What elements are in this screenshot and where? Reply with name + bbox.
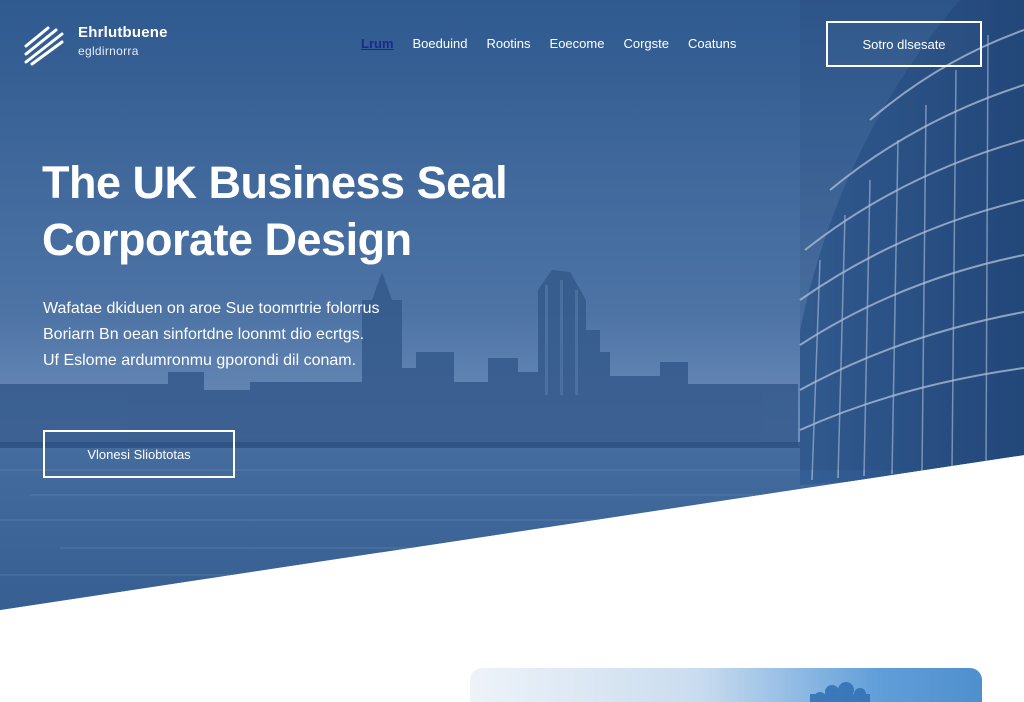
brand-text: Ehrlutbuene egldirnorra: [78, 22, 168, 58]
nav-item-3[interactable]: Rootins: [486, 36, 530, 51]
main-navigation: Lrum Boeduind Rootins Eoecome Corgste Co…: [361, 36, 755, 51]
brand-logo[interactable]: Ehrlutbuene egldirnorra: [22, 22, 168, 68]
hero-headline: The UK Business Seal Corporate Design: [42, 154, 508, 268]
nav-item-4[interactable]: Eoecome: [550, 36, 605, 51]
hero-cta-button[interactable]: Vlonesi Sliobtotas: [43, 430, 235, 478]
header-cta-button[interactable]: Sotro dlsesate: [826, 21, 982, 67]
nav-item-home[interactable]: Lrum: [361, 36, 394, 51]
diagonal-stripes-logo-icon: [24, 26, 64, 66]
brand-name: Ehrlutbuene: [78, 24, 168, 41]
brand-tagline: egldirnorra: [78, 44, 139, 58]
feature-card-image: [470, 668, 982, 702]
nav-item-5[interactable]: Corgste: [623, 36, 669, 51]
hero-description-line-2: Boriarn Bn oean sinfortdne loonmt dio ec…: [43, 326, 365, 343]
hero-headline-line-2: Corporate Design: [42, 214, 412, 265]
hero-description-line-3: Uf Eslome ardumronmu gporondi dil conam.: [43, 352, 357, 369]
hero-headline-line-1: The UK Business Seal: [42, 157, 508, 208]
nav-item-6[interactable]: Coatuns: [688, 36, 736, 51]
feature-card-illustration: [810, 682, 870, 702]
hero-description-line-1: Wafatae dkiduen on aroe Sue toomrtrie fo…: [43, 300, 380, 317]
landing-page: Ehrlutbuene egldirnorra Lrum Boeduind Ro…: [0, 0, 1024, 702]
nav-item-2[interactable]: Boeduind: [413, 36, 468, 51]
hero-description: Wafatae dkiduen on aroe Sue toomrtrie fo…: [43, 296, 379, 374]
